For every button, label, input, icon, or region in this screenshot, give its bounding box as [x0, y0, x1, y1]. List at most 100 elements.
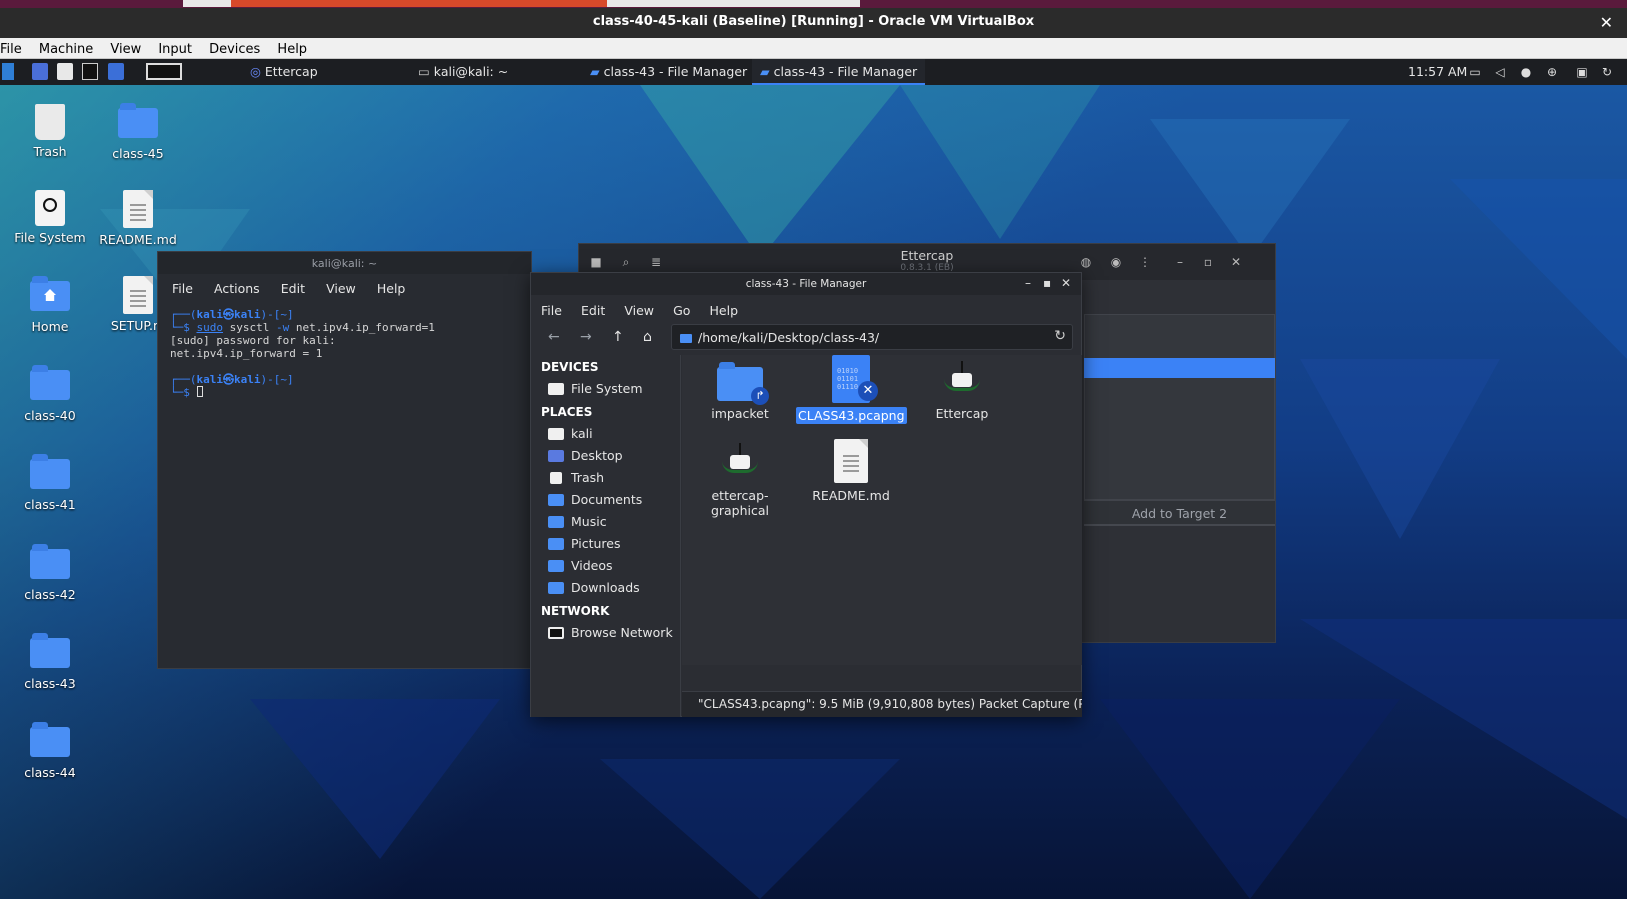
- task-file-manager[interactable]: ▰ class-43 - File Manager: [582, 59, 755, 85]
- desktop-icon-class-41[interactable]: class-41: [6, 454, 94, 512]
- file-item-impacket[interactable]: ↱ impacket: [685, 362, 795, 422]
- close-icon[interactable]: ✕: [1600, 13, 1613, 32]
- sidebar-item-kali[interactable]: kali: [531, 423, 680, 445]
- menu-input[interactable]: Input: [152, 40, 198, 57]
- globe-icon[interactable]: ◍: [1077, 253, 1095, 271]
- task-file-manager-active[interactable]: ▰ class-43 - File Manager: [752, 59, 926, 85]
- sidebar-item-desktop[interactable]: Desktop: [531, 445, 680, 467]
- sidebar-item-documents[interactable]: Documents: [531, 489, 680, 511]
- folder-icon: [30, 454, 70, 489]
- clock[interactable]: 11:57 AM: [1408, 64, 1467, 79]
- fm-menu-edit[interactable]: Edit: [581, 303, 605, 318]
- menu-view[interactable]: View: [104, 40, 147, 57]
- location-bar[interactable]: /home/kali/Desktop/class-43/ ↻: [671, 324, 1073, 350]
- sidebar-item-trash[interactable]: Trash: [531, 467, 680, 489]
- terminal-menu-actions[interactable]: Actions: [214, 281, 260, 296]
- notification-bell-icon[interactable]: ●: [1519, 65, 1533, 79]
- sidebar-item-videos[interactable]: Videos: [531, 555, 680, 577]
- up-arrow-icon[interactable]: ↑: [612, 329, 624, 345]
- selected-host-row[interactable]: [1084, 358, 1275, 378]
- desktop-icon-class-44[interactable]: class-44: [6, 722, 94, 780]
- file-item-ettercap-graphical[interactable]: ettercap-graphical: [685, 443, 795, 519]
- desktop-icon-trash[interactable]: Trash: [6, 104, 94, 159]
- desktop-icon-home[interactable]: Home: [6, 276, 94, 334]
- terminal-launcher-icon[interactable]: [82, 63, 98, 80]
- menu-help[interactable]: Help: [271, 40, 313, 57]
- sidebar-header-places: PLACES: [541, 405, 593, 419]
- maximize-icon[interactable]: ▪: [1043, 276, 1051, 290]
- terminal-menu-edit[interactable]: Edit: [281, 281, 305, 296]
- menu-devices[interactable]: Devices: [203, 40, 266, 57]
- file-item-readme[interactable]: README.md: [796, 439, 906, 504]
- sidebar-item-label: Videos: [571, 558, 613, 573]
- forward-arrow-icon[interactable]: →: [580, 329, 592, 345]
- power-icon[interactable]: ↻: [1600, 65, 1614, 79]
- task-terminal[interactable]: ▭ kali@kali: ~: [410, 59, 516, 85]
- file-manager-titlebar[interactable]: class-43 - File Manager – ▪ ✕: [531, 273, 1081, 295]
- terminal-menubar: File Actions Edit View Help: [158, 274, 531, 298]
- desktop-icon-class-45[interactable]: class-45: [94, 103, 182, 161]
- add-to-target-2-button[interactable]: Add to Target 2: [1084, 500, 1275, 526]
- minimize-icon[interactable]: –: [1025, 276, 1031, 290]
- desktop-icon-label: class-43: [24, 676, 76, 691]
- text-file-icon: [123, 190, 153, 228]
- file-item-label: Ettercap: [935, 406, 989, 421]
- desktop-icon-class-42[interactable]: class-42: [6, 544, 94, 602]
- terminal-menu-file[interactable]: File: [172, 281, 193, 296]
- fm-menu-help[interactable]: Help: [710, 303, 739, 318]
- desktop-icon-class-43[interactable]: class-43: [6, 633, 94, 691]
- volume-icon[interactable]: ◁: [1493, 65, 1507, 79]
- display-icon[interactable]: ▭: [1468, 65, 1482, 79]
- desktop-icon-file-system[interactable]: File System: [6, 190, 94, 245]
- text-file-icon: [123, 276, 153, 314]
- workspace-switcher-icon[interactable]: [146, 63, 182, 80]
- file-item-ettercap[interactable]: Ettercap: [907, 361, 1017, 422]
- output-line: [sudo] password for kali:: [170, 334, 336, 347]
- task-ettercap[interactable]: ◎ Ettercap: [242, 59, 326, 85]
- file-manager-toolbar: ← → ↑ ⌂ /home/kali/Desktop/class-43/ ↻: [531, 321, 1081, 355]
- sidebar-header-devices: DEVICES: [541, 360, 599, 374]
- show-desktop-icon[interactable]: [32, 63, 48, 80]
- ettercap-spider-icon: [942, 361, 982, 401]
- back-arrow-icon[interactable]: ←: [548, 329, 560, 345]
- virtualbox-titlebar: class-40-45-kali (Baseline) [Running] - …: [0, 8, 1627, 38]
- desktop-icon-label: class-45: [112, 146, 164, 161]
- sidebar-item-pictures[interactable]: Pictures: [531, 533, 680, 555]
- kebab-menu-icon[interactable]: ⋮: [1136, 253, 1154, 271]
- folder-icon: [680, 334, 692, 343]
- close-icon[interactable]: ✕: [1227, 253, 1245, 271]
- terminal-output[interactable]: ┌──(kali㉿kali)-[~] └─$ sudo sysctl -w ne…: [158, 298, 531, 409]
- reload-icon[interactable]: ↻: [1054, 328, 1066, 344]
- minimize-icon[interactable]: –: [1171, 253, 1189, 271]
- home-icon[interactable]: ⌂: [643, 329, 652, 345]
- documents-folder-icon: [548, 494, 564, 506]
- fm-menu-go[interactable]: Go: [673, 303, 690, 318]
- browser-launcher-icon[interactable]: [108, 63, 124, 80]
- file-manager-window[interactable]: class-43 - File Manager – ▪ ✕ File Edit …: [530, 272, 1082, 717]
- sidebar-item-downloads[interactable]: Downloads: [531, 577, 680, 599]
- desktop-icon-class-40[interactable]: class-40: [6, 365, 94, 423]
- host-list[interactable]: [1084, 314, 1275, 500]
- terminal-menu-help[interactable]: Help: [377, 281, 406, 296]
- menu-file[interactable]: File: [0, 40, 28, 57]
- file-manager-launcher-icon[interactable]: [57, 63, 73, 80]
- lock-icon[interactable]: ▣: [1575, 65, 1589, 79]
- close-icon[interactable]: ✕: [1061, 276, 1071, 290]
- terminal-menu-view[interactable]: View: [326, 281, 356, 296]
- fm-menu-view[interactable]: View: [624, 303, 654, 318]
- desktop-icon-label: README.md: [99, 232, 177, 247]
- update-icon[interactable]: ⊕: [1545, 65, 1559, 79]
- sidebar-item-browse-network[interactable]: Browse Network: [531, 622, 680, 644]
- desktop-icon-readme[interactable]: README.md: [94, 190, 182, 247]
- record-icon[interactable]: ◉: [1107, 253, 1125, 271]
- terminal-window[interactable]: kali@kali: ~ File Actions Edit View Help…: [157, 251, 532, 669]
- terminal-titlebar[interactable]: kali@kali: ~: [158, 252, 531, 274]
- sidebar-item-music[interactable]: Music: [531, 511, 680, 533]
- file-item-class43-pcapng[interactable]: 01010 01101 01110 ✕ CLASS43.pcapng: [796, 355, 907, 424]
- sidebar-item-file-system[interactable]: File System: [531, 378, 680, 400]
- kali-menu-icon[interactable]: [2, 63, 14, 80]
- menu-machine[interactable]: Machine: [33, 40, 99, 57]
- fm-menu-file[interactable]: File: [541, 303, 562, 318]
- maximize-icon[interactable]: ▫: [1199, 253, 1217, 271]
- file-view[interactable]: ↱ impacket 01010 01101 01110 ✕ CLASS43.p…: [682, 355, 1082, 665]
